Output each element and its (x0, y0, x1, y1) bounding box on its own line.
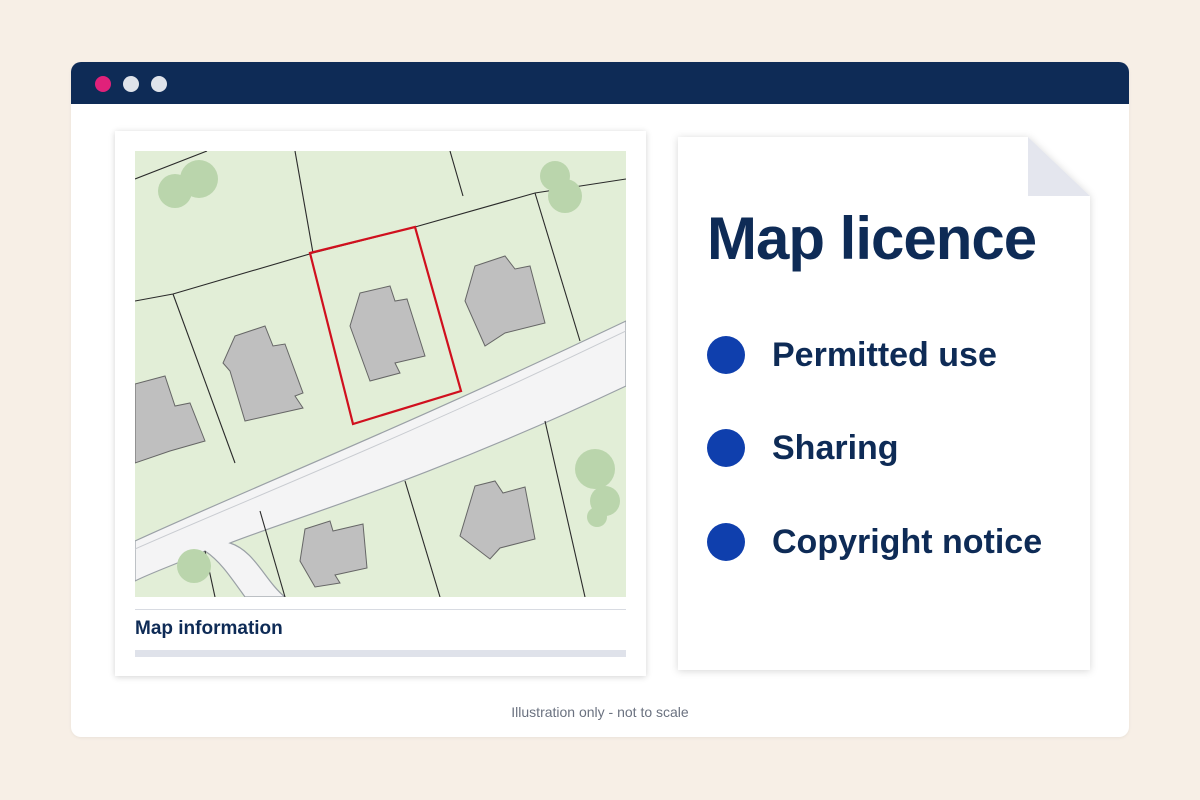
licence-item-copyright-notice: Copyright notice (707, 522, 1042, 562)
tree (587, 507, 607, 527)
document-title: Map licence (707, 205, 1037, 272)
footer-caption: Illustration only - not to scale (511, 704, 689, 720)
licence-item-label: Copyright notice (772, 522, 1043, 561)
tree (177, 549, 211, 583)
tree (180, 160, 218, 198)
licence-document-card: Map licence Permitted use Sharing Copyri… (678, 137, 1090, 670)
licence-item-permitted-use: Permitted use (707, 335, 997, 375)
bullet-icon (707, 429, 745, 467)
licence-item-sharing: Sharing (707, 428, 899, 468)
bullet-icon (707, 336, 745, 374)
window-titlebar (71, 62, 1129, 104)
tree (548, 179, 582, 213)
map-divider (135, 609, 626, 610)
licence-item-label: Sharing (772, 428, 899, 467)
licence-item-label: Permitted use (772, 335, 997, 374)
bullet-icon (707, 523, 745, 561)
maximize-window-button[interactable] (151, 76, 167, 92)
close-window-button[interactable] (95, 76, 111, 92)
app-window: Map information Map licence Permitted us… (71, 62, 1129, 737)
map-information-bar (135, 650, 626, 657)
tree (575, 449, 615, 489)
map-information-label: Map information (135, 618, 283, 639)
map-card: Map information (115, 131, 646, 676)
map-view[interactable] (135, 151, 626, 597)
minimize-window-button[interactable] (123, 76, 139, 92)
page-fold-corner (1028, 137, 1090, 196)
